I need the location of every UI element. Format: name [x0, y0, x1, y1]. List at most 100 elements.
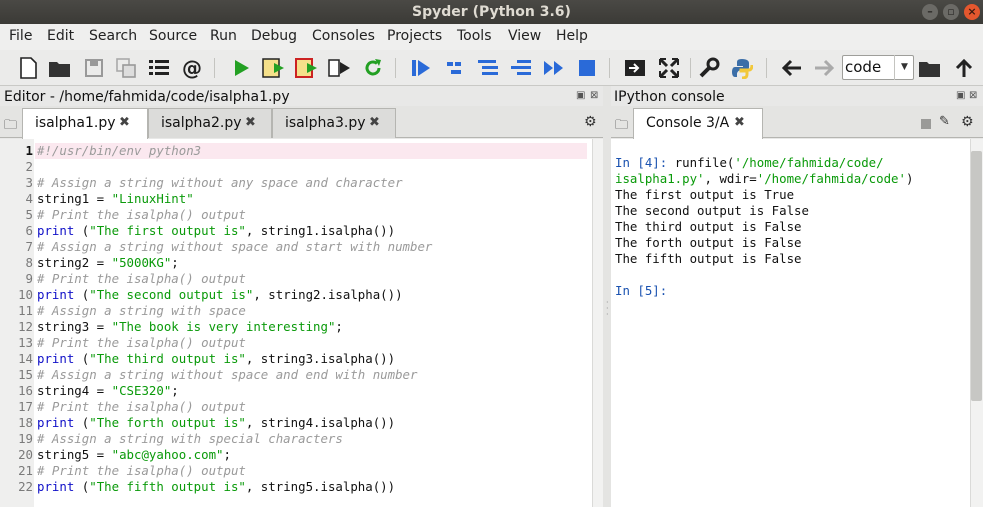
code-token: # Print the isalpha() output: [37, 207, 246, 222]
step-into-icon[interactable]: [476, 56, 500, 80]
code-text: string3 = "The book is very interesting"…: [37, 319, 343, 335]
code-token: "The forth output is": [89, 415, 246, 430]
continue-icon[interactable]: [542, 56, 566, 80]
splitter-handle[interactable]: · · ·: [606, 299, 609, 319]
code-editor[interactable]: 1 #!/usr/bin/env python3 2 3 # Assign a stri…: [0, 139, 603, 507]
forward-arrow-icon[interactable]: [812, 56, 836, 80]
code-line: 22 print ("The fifth output is", string5.…: [0, 479, 590, 495]
code-token: (: [74, 351, 90, 366]
fullscreen-icon[interactable]: [657, 56, 681, 80]
code-line: 6 print ("The first output is", string1.i…: [0, 223, 590, 239]
save-all-icon[interactable]: [114, 56, 138, 80]
step-icon[interactable]: [443, 56, 467, 80]
line-number: 20: [18, 447, 33, 462]
menu-view[interactable]: View: [508, 28, 541, 44]
run-selection-icon[interactable]: [328, 56, 352, 80]
menu-run[interactable]: Run: [210, 28, 237, 44]
line-number: 21: [18, 463, 33, 478]
run-cell-icon[interactable]: [262, 56, 286, 80]
run-cell-advance-icon[interactable]: [295, 56, 319, 80]
new-file-icon[interactable]: [16, 56, 40, 80]
code-token: , string3.isalpha()): [245, 351, 396, 366]
line-number: 15: [18, 367, 33, 382]
code-text: print ("The third output is", string3.is…: [37, 351, 395, 367]
menu-file[interactable]: File: [9, 28, 32, 44]
close-button[interactable]: ×: [964, 4, 980, 20]
code-token: "5000KG": [111, 255, 172, 270]
close-tab-icon[interactable]: ✖: [119, 109, 130, 137]
code-token: # Assign a string without space and star…: [37, 239, 433, 254]
menu-projects[interactable]: Projects: [387, 28, 442, 44]
rerun-icon[interactable]: [361, 56, 385, 80]
console-line: The first output is True: [615, 187, 794, 203]
tab-console-3a[interactable]: Console 3/A ✖: [633, 108, 763, 139]
close-tab-icon[interactable]: ✖: [734, 109, 745, 137]
code-token: (: [74, 479, 90, 494]
console-line: In [4]: runfile('/home/fahmida/code/: [615, 155, 884, 171]
console-token: In [5]:: [615, 283, 668, 298]
code-line: 20 string5 = "abc@yahoo.com";: [0, 447, 590, 463]
outline-list-icon[interactable]: [147, 56, 171, 80]
run-icon[interactable]: [229, 56, 253, 80]
maximize-pane-icon[interactable]: [623, 56, 647, 80]
menu-debug[interactable]: Debug: [251, 28, 297, 44]
code-line: 16 string4 = "CSE320";: [0, 383, 590, 399]
console-pane-title: IPython console: [614, 89, 725, 105]
gear-icon[interactable]: ⚙: [961, 114, 974, 130]
pane-splitter[interactable]: [603, 86, 611, 507]
menu-tools[interactable]: Tools: [457, 28, 492, 44]
undock-icon[interactable]: ▣: [956, 90, 965, 101]
back-arrow-icon[interactable]: [780, 56, 804, 80]
open-folder-icon[interactable]: [48, 56, 72, 80]
console-line: The third output is False: [615, 219, 802, 235]
code-text: # Print the isalpha() output: [37, 207, 246, 223]
browse-tabs-icon[interactable]: 🗀: [4, 116, 17, 138]
menu-source[interactable]: Source: [149, 28, 197, 44]
close-tab-icon[interactable]: ✖: [245, 109, 256, 137]
gear-icon[interactable]: ⚙: [584, 114, 597, 130]
code-token: "The book is very interesting": [111, 319, 336, 334]
stop-console-icon[interactable]: [921, 119, 931, 129]
tab-label: isalpha2.py: [161, 115, 242, 131]
tab-isalpha1[interactable]: isalpha1.py ✖: [22, 108, 148, 139]
python-path-icon[interactable]: [730, 56, 754, 80]
code-token: "The fifth output is": [89, 479, 246, 494]
tab-isalpha3[interactable]: isalpha3.py ✖: [272, 108, 396, 138]
close-pane-icon[interactable]: ⊠: [969, 90, 977, 101]
code-line: 10 print ("The second output is", string2…: [0, 287, 590, 303]
undock-icon[interactable]: ▣: [576, 90, 585, 101]
code-token: string1 =: [37, 191, 112, 206]
code-line: 21 # Print the isalpha() output: [0, 463, 590, 479]
code-text: print ("The first output is", string1.is…: [37, 223, 395, 239]
close-tab-icon[interactable]: ✖: [369, 109, 380, 137]
minimize-button[interactable]: –: [922, 4, 938, 20]
parent-dir-icon[interactable]: [952, 56, 976, 80]
console-scrollbar-thumb[interactable]: [971, 151, 982, 401]
close-pane-icon[interactable]: ⊠: [590, 90, 598, 101]
debug-icon[interactable]: [409, 56, 433, 80]
menu-edit[interactable]: Edit: [47, 28, 74, 44]
menu-help[interactable]: Help: [556, 28, 588, 44]
stop-icon[interactable]: [575, 56, 599, 80]
code-text: string2 = "5000KG";: [37, 255, 179, 271]
wrench-icon[interactable]: [697, 56, 721, 80]
console-token: The third output is False: [615, 219, 802, 234]
maximize-button[interactable]: ▫: [943, 4, 959, 20]
browse-tabs-icon[interactable]: 🗀: [615, 116, 628, 138]
save-icon[interactable]: [82, 56, 106, 80]
editor-tab-bar: 🗀 isalpha1.py ✖ isalpha2.py ✖ isalpha3.p…: [0, 106, 603, 139]
browse-folder-icon[interactable]: [918, 56, 942, 80]
code-text: string1 = "LinuxHint": [37, 191, 194, 207]
console-token: '/home/fahmida/code/: [734, 155, 884, 170]
menu-search[interactable]: Search: [89, 28, 137, 44]
tab-isalpha2[interactable]: isalpha2.py ✖: [148, 108, 272, 138]
tab-label: isalpha3.py: [285, 115, 366, 131]
console-tab-bar: 🗀 Console 3/A ✖ ✎ ⚙: [611, 106, 983, 139]
menu-consoles[interactable]: Consoles: [312, 28, 375, 44]
preferences-at-icon[interactable]: @: [180, 56, 204, 80]
eraser-icon[interactable]: ✎: [939, 114, 950, 129]
chevron-down-icon[interactable]: ▼: [894, 55, 914, 80]
editor-scrollbar[interactable]: [592, 139, 603, 507]
step-return-icon[interactable]: [509, 56, 533, 80]
line-number: 3: [25, 175, 33, 190]
